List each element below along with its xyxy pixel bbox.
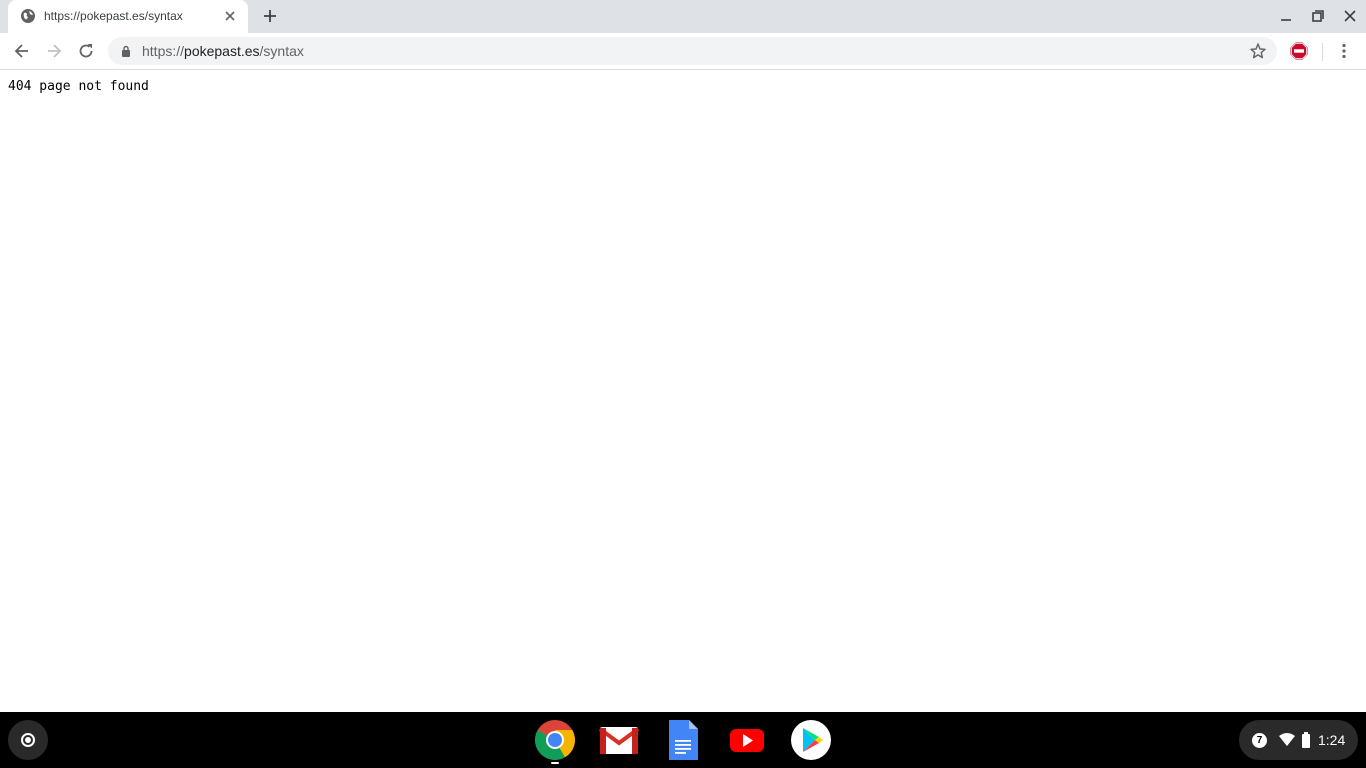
url-scheme: https:// [142,43,185,59]
close-icon[interactable] [222,8,238,24]
launcher-circle-icon [21,733,35,747]
toolbar-separator [1322,43,1323,61]
docs-icon[interactable] [663,720,703,760]
status-tray[interactable]: 7 1:24 [1239,720,1358,760]
url-host: pokepast.es [184,43,260,59]
page-content: 404 page not found [0,71,1366,712]
notification-badge[interactable]: 7 [1252,733,1267,748]
url-path: /syntax [259,43,304,59]
browser-window: https://pokepast.es/syntax https://pokep… [0,0,1366,712]
launcher-button[interactable] [8,720,48,760]
clock: 1:24 [1318,732,1346,748]
gmail-icon[interactable] [599,720,639,760]
battery-icon [1302,732,1310,748]
tab-strip: https://pokepast.es/syntax [0,0,1366,33]
reload-icon[interactable] [76,41,96,61]
youtube-icon[interactable] [727,720,767,760]
active-app-indicator [551,762,559,764]
close-window-icon[interactable] [1342,8,1358,24]
adblock-plus-icon[interactable] [1290,42,1308,60]
play-store-icon[interactable] [791,720,831,760]
minimize-icon[interactable] [1278,8,1294,24]
chrome-icon[interactable] [535,720,575,760]
bookmark-star-icon[interactable] [1249,42,1267,60]
globe-icon [21,9,35,23]
forward-arrow-icon[interactable] [44,41,64,61]
back-arrow-icon[interactable] [12,41,32,61]
url-text[interactable]: https://pokepast.es/syntax [142,43,304,59]
tab-active[interactable]: https://pokepast.es/syntax [8,0,248,33]
wifi-icon [1279,733,1295,746]
shelf: 7 1:24 [0,712,1366,768]
address-bar[interactable]: https://pokepast.es/syntax [108,37,1277,65]
restore-icon[interactable] [1310,8,1326,24]
more-vert-icon[interactable] [1334,41,1354,61]
plus-icon[interactable] [260,6,280,26]
lock-icon[interactable] [120,45,132,57]
toolbar: https://pokepast.es/syntax [0,33,1366,70]
tab-title: https://pokepast.es/syntax [44,9,183,23]
error-message: 404 page not found [8,79,149,94]
